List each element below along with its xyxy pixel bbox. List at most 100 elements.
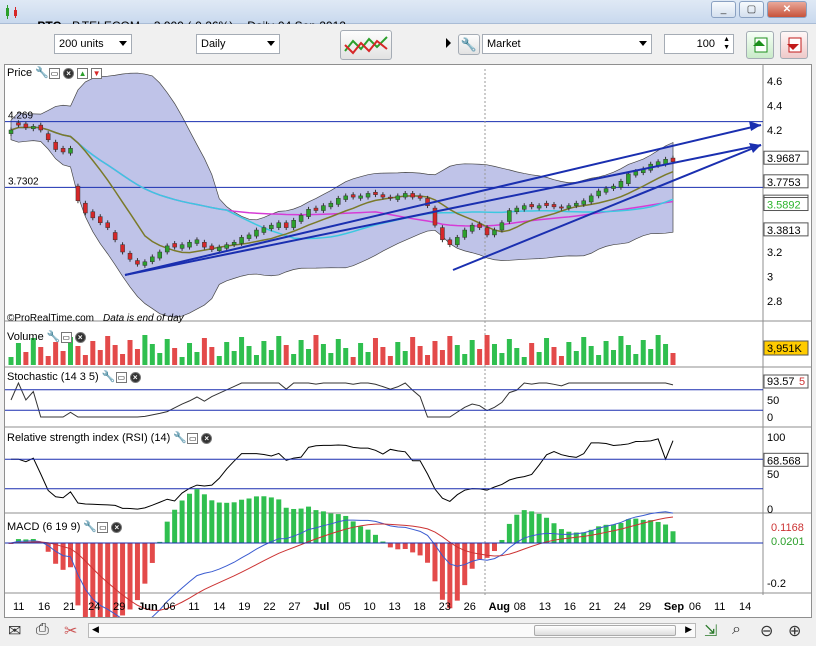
window-icon[interactable]: ▭ <box>49 67 61 79</box>
candle-body <box>626 173 631 184</box>
email-icon[interactable]: ✉ <box>8 621 21 641</box>
macd-tick-label: -0.2 <box>767 578 786 590</box>
wrench-icon[interactable]: 🔧 <box>173 432 187 444</box>
candle-body <box>276 222 282 228</box>
volume-bar <box>105 336 111 365</box>
candle-body <box>194 239 200 244</box>
volume-bar <box>439 350 445 365</box>
scroll-left-icon[interactable]: ◀ <box>92 624 99 635</box>
close-icon[interactable]: × <box>111 521 123 533</box>
macd-histogram-bar <box>514 514 520 543</box>
x-tick-label: 29 <box>639 601 651 613</box>
quantity-stepper[interactable]: 100 ▲ ▼ <box>664 34 734 54</box>
volume-bar <box>469 340 475 365</box>
order-settings-button[interactable]: 🔧 <box>458 34 480 55</box>
volume-bar <box>603 341 609 365</box>
x-tick-label: 16 <box>38 601 50 613</box>
sell-button[interactable] <box>780 31 808 59</box>
zoom-fit-icon[interactable]: ⇲ <box>704 621 717 641</box>
volume-bar <box>454 345 460 365</box>
buy-button[interactable] <box>746 31 774 59</box>
order-panel-toggle[interactable] <box>446 38 451 48</box>
candle-body <box>410 193 415 198</box>
macd-histogram-bar <box>395 543 401 550</box>
indicators-button[interactable] <box>340 30 392 60</box>
macd-histogram-bar <box>298 508 304 543</box>
candle-body <box>313 207 319 211</box>
disconnect-icon[interactable]: ✂ <box>64 621 77 641</box>
zoom-select-icon[interactable]: ⌕ <box>732 621 741 639</box>
window-icon[interactable]: ▭ <box>187 432 199 444</box>
close-button[interactable]: ✕ <box>767 1 807 18</box>
candle-body <box>157 251 163 259</box>
x-tick-label: 24 <box>614 601 626 613</box>
volume-bar <box>172 348 178 365</box>
close-icon[interactable]: × <box>129 371 141 383</box>
volume-bar <box>187 343 193 365</box>
candle-body <box>254 229 259 237</box>
macd-histogram-bar <box>387 543 393 548</box>
candle-body <box>298 215 304 222</box>
macd-histogram-bar <box>358 526 364 543</box>
macd-histogram-bar <box>68 543 74 568</box>
volume-bar <box>23 352 29 365</box>
scroll-right-icon[interactable]: ▶ <box>685 624 692 635</box>
minimize-button[interactable]: _ <box>711 1 736 18</box>
x-tick-label: 27 <box>288 601 300 613</box>
wrench-icon[interactable]: 🔧 <box>83 521 97 533</box>
arrow-down-icon[interactable]: ▼ <box>91 67 103 79</box>
sell-icon <box>787 37 802 53</box>
x-tick-label: 10 <box>363 601 375 613</box>
candle-body <box>462 229 467 238</box>
volume-bar <box>596 355 602 365</box>
volume-bar <box>142 335 148 365</box>
close-icon[interactable]: × <box>74 331 86 343</box>
x-tick-label: 06 <box>163 601 175 613</box>
close-icon[interactable]: × <box>201 432 213 444</box>
candle-body <box>469 224 475 232</box>
x-tick-label: 16 <box>564 601 576 613</box>
zoom-out-icon[interactable]: ⊖ <box>760 621 773 641</box>
scroll-thumb[interactable] <box>534 625 676 636</box>
wrench-icon[interactable]: 🔧 <box>102 371 116 383</box>
chart-svg[interactable]: 4.64.44.243.83.63.43.232.84.2693.73023.9… <box>5 65 811 617</box>
volume-bar <box>551 347 557 365</box>
print-icon[interactable]: ⎙ <box>36 621 49 639</box>
order-type-select[interactable]: Market <box>482 34 652 54</box>
candle-body <box>45 133 51 141</box>
volume-bar <box>53 342 59 365</box>
interval-select[interactable]: Daily <box>196 34 280 54</box>
candle-body <box>395 195 401 200</box>
window-icon[interactable]: ▭ <box>60 331 72 343</box>
macd-histogram-bar <box>633 518 639 543</box>
window-icon[interactable]: ▭ <box>97 521 109 533</box>
volume-bar <box>298 340 304 365</box>
arrow-up-icon[interactable]: ▲ <box>77 67 89 79</box>
volume-bar <box>372 338 378 365</box>
price-tick-label: 3 <box>767 271 773 283</box>
macd-histogram-bar <box>536 513 542 543</box>
candle-body <box>142 261 148 266</box>
candle-body <box>31 126 36 130</box>
candle-body <box>60 148 66 153</box>
candle-body <box>261 227 267 233</box>
horizontal-scrollbar[interactable]: ◀ ▶ <box>88 623 696 638</box>
volume-bar <box>276 336 282 365</box>
zoom-in-icon[interactable]: ⊕ <box>788 621 801 641</box>
macd-histogram-bar <box>365 529 371 543</box>
candle-body <box>269 224 274 230</box>
macd-histogram-bar <box>558 529 564 543</box>
wrench-icon[interactable]: 🔧 <box>47 331 61 343</box>
candle-body <box>187 241 192 248</box>
wrench-icon[interactable]: 🔧 <box>35 67 49 79</box>
bollinger-band <box>10 72 674 318</box>
candle-body <box>596 190 601 197</box>
maximize-button[interactable]: ▢ <box>739 1 764 18</box>
units-select[interactable]: 200 units <box>54 34 132 54</box>
chart-area[interactable]: 4.64.44.243.83.63.43.232.84.2693.73023.9… <box>4 64 812 618</box>
window-icon[interactable]: ▭ <box>115 371 127 383</box>
chevron-down-icon <box>267 41 275 46</box>
close-icon[interactable]: × <box>63 67 75 79</box>
volume-bar <box>194 352 200 365</box>
candle-body <box>291 220 296 228</box>
